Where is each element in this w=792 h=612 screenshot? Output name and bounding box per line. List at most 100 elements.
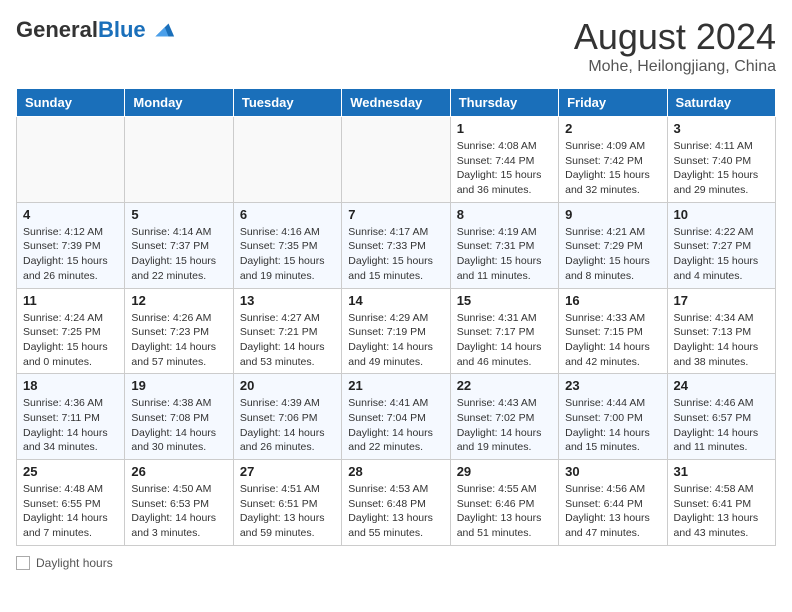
day-info: Sunrise: 4:16 AM Sunset: 7:35 PM Dayligh… bbox=[240, 225, 335, 284]
day-number: 9 bbox=[565, 207, 660, 222]
day-info: Sunrise: 4:24 AM Sunset: 7:25 PM Dayligh… bbox=[23, 311, 118, 370]
day-info: Sunrise: 4:19 AM Sunset: 7:31 PM Dayligh… bbox=[457, 225, 552, 284]
day-info: Sunrise: 4:17 AM Sunset: 7:33 PM Dayligh… bbox=[348, 225, 443, 284]
footer-label: Daylight hours bbox=[36, 556, 113, 570]
day-info: Sunrise: 4:41 AM Sunset: 7:04 PM Dayligh… bbox=[348, 396, 443, 455]
day-number: 28 bbox=[348, 464, 443, 479]
day-number: 31 bbox=[674, 464, 769, 479]
table-row: 20Sunrise: 4:39 AM Sunset: 7:06 PM Dayli… bbox=[233, 374, 341, 460]
table-row: 3 Sunrise: 4:11 AM Sunset: 7:40 PM Daylig… bbox=[667, 117, 775, 203]
table-row bbox=[125, 117, 233, 203]
calendar-table: Sunday Monday Tuesday Wednesday Thursday… bbox=[16, 88, 776, 546]
day-info: Sunrise: 4:55 AM Sunset: 6:46 PM Dayligh… bbox=[457, 482, 552, 541]
logo-icon bbox=[148, 16, 176, 44]
table-row: 22 Sunrise: 4:43 AM Sunset: 7:02 PM Dayli… bbox=[450, 374, 558, 460]
footer-icon bbox=[16, 556, 30, 570]
table-row: 19 Sunrise: 4:38 AM Sunset: 7:08 PM Dayli… bbox=[125, 374, 233, 460]
table-row: 5Sunrise: 4:14 AM Sunset: 7:37 PM Daylig… bbox=[125, 202, 233, 288]
day-info: Sunrise: 4:34 AM Sunset: 7:13 PM Dayligh… bbox=[674, 311, 769, 370]
table-row: 18Sunrise: 4:36 AM Sunset: 7:11 PM Dayli… bbox=[17, 374, 125, 460]
day-number: 20 bbox=[240, 378, 335, 393]
col-sunday: Sunday bbox=[17, 89, 125, 117]
day-number: 8 bbox=[457, 207, 552, 222]
day-info: Sunrise: 4:11 AM Sunset: 7:40 PM Dayligh… bbox=[674, 139, 769, 198]
table-row: 16 Sunrise: 4:33 AM Sunset: 7:15 PM Dayli… bbox=[559, 288, 667, 374]
table-row: 31 Sunrise: 4:58 AM Sunset: 6:41 PM Dayli… bbox=[667, 460, 775, 546]
title-block: August 2024 Mohe, Heilongjiang, China bbox=[574, 16, 776, 76]
table-row bbox=[233, 117, 341, 203]
day-number: 22 bbox=[457, 378, 552, 393]
table-row: 14Sunrise: 4:29 AM Sunset: 7:19 PM Dayli… bbox=[342, 288, 450, 374]
day-number: 19 bbox=[131, 378, 226, 393]
calendar-header-row: Sunday Monday Tuesday Wednesday Thursday… bbox=[17, 89, 776, 117]
day-info: Sunrise: 4:51 AM Sunset: 6:51 PM Dayligh… bbox=[240, 482, 335, 541]
day-number: 3 bbox=[674, 121, 769, 136]
col-thursday: Thursday bbox=[450, 89, 558, 117]
day-info: Sunrise: 4:22 AM Sunset: 7:27 PM Dayligh… bbox=[674, 225, 769, 284]
day-number: 26 bbox=[131, 464, 226, 479]
table-row: 9 Sunrise: 4:21 AM Sunset: 7:29 PM Daylig… bbox=[559, 202, 667, 288]
table-row: 6 Sunrise: 4:16 AM Sunset: 7:35 PM Daylig… bbox=[233, 202, 341, 288]
day-info: Sunrise: 4:09 AM Sunset: 7:42 PM Dayligh… bbox=[565, 139, 660, 198]
day-number: 14 bbox=[348, 293, 443, 308]
day-info: Sunrise: 4:58 AM Sunset: 6:41 PM Dayligh… bbox=[674, 482, 769, 541]
day-info: Sunrise: 4:14 AM Sunset: 7:37 PM Dayligh… bbox=[131, 225, 226, 284]
day-info: Sunrise: 4:48 AM Sunset: 6:55 PM Dayligh… bbox=[23, 482, 118, 541]
table-row: 21 Sunrise: 4:41 AM Sunset: 7:04 PM Dayli… bbox=[342, 374, 450, 460]
calendar-week-4: 18Sunrise: 4:36 AM Sunset: 7:11 PM Dayli… bbox=[17, 374, 776, 460]
table-row: 26Sunrise: 4:50 AM Sunset: 6:53 PM Dayli… bbox=[125, 460, 233, 546]
day-info: Sunrise: 4:44 AM Sunset: 7:00 PM Dayligh… bbox=[565, 396, 660, 455]
day-info: Sunrise: 4:33 AM Sunset: 7:15 PM Dayligh… bbox=[565, 311, 660, 370]
table-row: 8 Sunrise: 4:19 AM Sunset: 7:31 PM Daylig… bbox=[450, 202, 558, 288]
day-number: 17 bbox=[674, 293, 769, 308]
logo-blue: Blue bbox=[98, 17, 146, 42]
logo-general: General bbox=[16, 17, 98, 42]
table-row: 12 Sunrise: 4:26 AM Sunset: 7:23 PM Dayli… bbox=[125, 288, 233, 374]
day-number: 23 bbox=[565, 378, 660, 393]
calendar-week-1: 1 Sunrise: 4:08 AM Sunset: 7:44 PM Daylig… bbox=[17, 117, 776, 203]
day-info: Sunrise: 4:12 AM Sunset: 7:39 PM Dayligh… bbox=[23, 225, 118, 284]
col-friday: Friday bbox=[559, 89, 667, 117]
day-info: Sunrise: 4:38 AM Sunset: 7:08 PM Dayligh… bbox=[131, 396, 226, 455]
day-number: 29 bbox=[457, 464, 552, 479]
table-row: 25Sunrise: 4:48 AM Sunset: 6:55 PM Dayli… bbox=[17, 460, 125, 546]
calendar-week-5: 25Sunrise: 4:48 AM Sunset: 6:55 PM Dayli… bbox=[17, 460, 776, 546]
col-tuesday: Tuesday bbox=[233, 89, 341, 117]
day-info: Sunrise: 4:08 AM Sunset: 7:44 PM Dayligh… bbox=[457, 139, 552, 198]
day-info: Sunrise: 4:56 AM Sunset: 6:44 PM Dayligh… bbox=[565, 482, 660, 541]
calendar-week-2: 4Sunrise: 4:12 AM Sunset: 7:39 PM Daylig… bbox=[17, 202, 776, 288]
col-saturday: Saturday bbox=[667, 89, 775, 117]
page-header: GeneralBlue August 2024 Mohe, Heilongjia… bbox=[16, 16, 776, 76]
logo: GeneralBlue bbox=[16, 16, 176, 44]
table-row: 4Sunrise: 4:12 AM Sunset: 7:39 PM Daylig… bbox=[17, 202, 125, 288]
table-row: 23 Sunrise: 4:44 AM Sunset: 7:00 PM Dayli… bbox=[559, 374, 667, 460]
calendar-week-3: 11 Sunrise: 4:24 AM Sunset: 7:25 PM Dayli… bbox=[17, 288, 776, 374]
day-number: 30 bbox=[565, 464, 660, 479]
day-number: 12 bbox=[131, 293, 226, 308]
table-row: 2 Sunrise: 4:09 AM Sunset: 7:42 PM Daylig… bbox=[559, 117, 667, 203]
col-monday: Monday bbox=[125, 89, 233, 117]
table-row: 24Sunrise: 4:46 AM Sunset: 6:57 PM Dayli… bbox=[667, 374, 775, 460]
table-row bbox=[342, 117, 450, 203]
table-row: 10Sunrise: 4:22 AM Sunset: 7:27 PM Dayli… bbox=[667, 202, 775, 288]
day-number: 1 bbox=[457, 121, 552, 136]
day-info: Sunrise: 4:36 AM Sunset: 7:11 PM Dayligh… bbox=[23, 396, 118, 455]
day-info: Sunrise: 4:43 AM Sunset: 7:02 PM Dayligh… bbox=[457, 396, 552, 455]
day-info: Sunrise: 4:26 AM Sunset: 7:23 PM Dayligh… bbox=[131, 311, 226, 370]
table-row: 1 Sunrise: 4:08 AM Sunset: 7:44 PM Daylig… bbox=[450, 117, 558, 203]
day-info: Sunrise: 4:21 AM Sunset: 7:29 PM Dayligh… bbox=[565, 225, 660, 284]
day-number: 13 bbox=[240, 293, 335, 308]
table-row: 29 Sunrise: 4:55 AM Sunset: 6:46 PM Dayli… bbox=[450, 460, 558, 546]
table-row bbox=[17, 117, 125, 203]
day-number: 6 bbox=[240, 207, 335, 222]
day-number: 21 bbox=[348, 378, 443, 393]
day-number: 27 bbox=[240, 464, 335, 479]
day-number: 16 bbox=[565, 293, 660, 308]
table-row: 28Sunrise: 4:53 AM Sunset: 6:48 PM Dayli… bbox=[342, 460, 450, 546]
day-info: Sunrise: 4:27 AM Sunset: 7:21 PM Dayligh… bbox=[240, 311, 335, 370]
table-row: 11 Sunrise: 4:24 AM Sunset: 7:25 PM Dayli… bbox=[17, 288, 125, 374]
day-number: 11 bbox=[23, 293, 118, 308]
table-row: 17 Sunrise: 4:34 AM Sunset: 7:13 PM Dayli… bbox=[667, 288, 775, 374]
table-row: 27 Sunrise: 4:51 AM Sunset: 6:51 PM Dayli… bbox=[233, 460, 341, 546]
day-number: 2 bbox=[565, 121, 660, 136]
